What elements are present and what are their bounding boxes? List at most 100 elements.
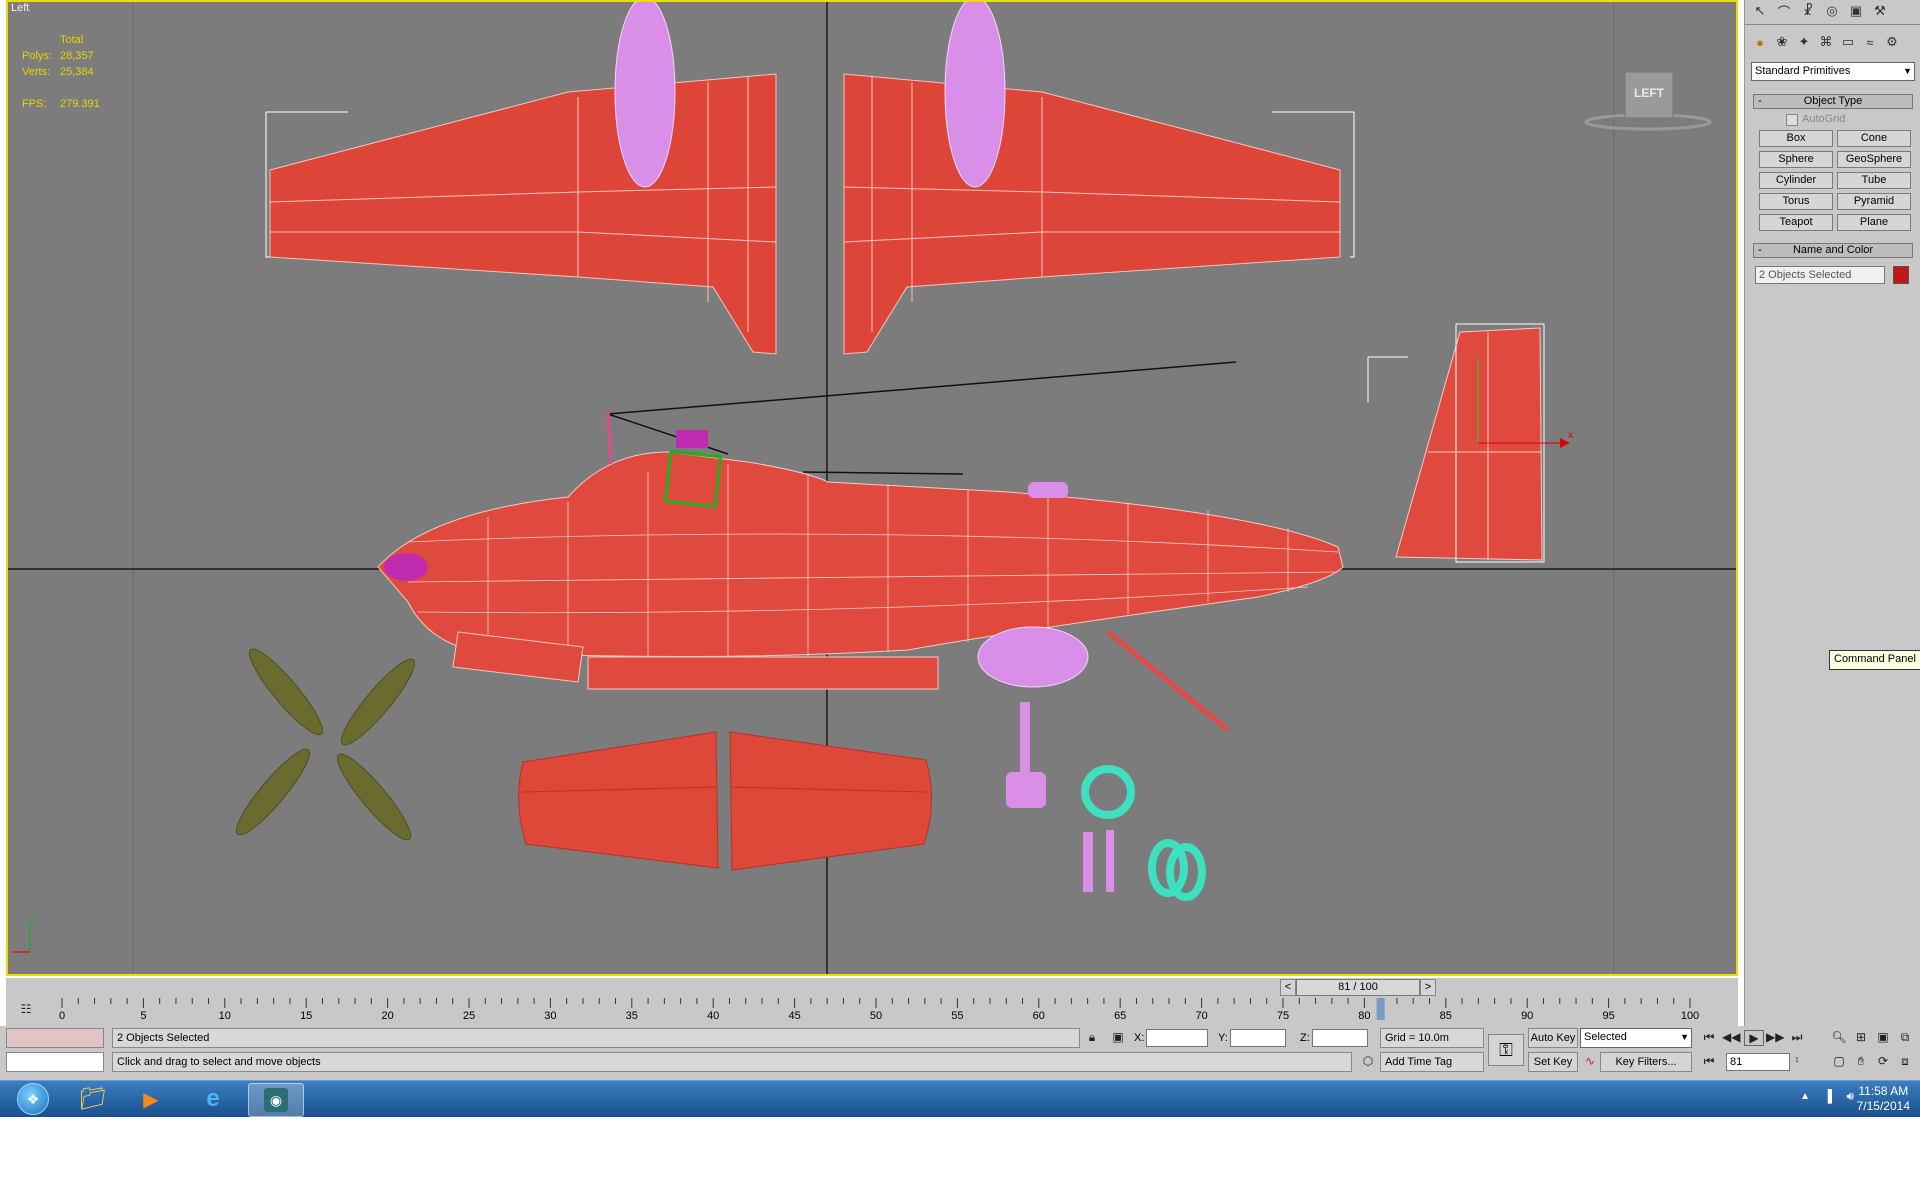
time-slider-prev-button[interactable]: < [1280,979,1296,996]
file-explorer-icon[interactable]: 📁︎ [66,1083,120,1115]
plane-button[interactable]: Plane [1837,214,1911,231]
stats-total-label: Total [60,34,84,46]
tube-button[interactable]: Tube [1837,172,1911,189]
sphere-button[interactable]: Sphere [1759,151,1833,168]
grid-size-display: Grid = 10.0m [1380,1028,1484,1048]
autogrid-checkbox[interactable] [1786,114,1798,126]
geometry-category-icon[interactable]: ● [1749,31,1771,53]
antenna-wire [607,361,1237,415]
time-slider-thumb[interactable]: 81 / 100 [1296,979,1420,996]
auto-key-button[interactable]: Auto Key [1528,1028,1578,1048]
clock-date: 7/15/2014 [1856,1099,1910,1113]
viewport-left[interactable]: Left Total Polys: 28,357 Verts: 25,384 F… [6,0,1738,976]
key-curve-icon[interactable]: ∿ [1582,1054,1598,1068]
absolute-mode-icon[interactable]: ▣ [1110,1030,1126,1044]
tray-arrow-icon[interactable]: ▲ [1800,1091,1810,1102]
name-and-color-rollout-header[interactable]: - Name and Color [1753,243,1913,258]
3ds-max-taskbar-icon[interactable]: ◉ [248,1083,304,1117]
previous-frame-icon[interactable]: ◀◀ [1722,1030,1740,1044]
modify-tab-icon[interactable]: ⌒ [1773,0,1795,22]
time-slider-next-button[interactable]: > [1420,979,1436,996]
systems-category-icon[interactable]: ⚙ [1881,31,1903,53]
field-of-view-icon[interactable]: ▢ [1830,1054,1848,1068]
key-mode-dropdown[interactable]: Selected ▼ [1580,1028,1692,1048]
spacewarps-category-icon[interactable]: ≈ [1859,31,1881,53]
play-icon[interactable]: ▶ [1744,1030,1764,1046]
current-frame-marker [1376,998,1385,1020]
internet-explorer-icon[interactable]: e [186,1083,240,1115]
next-frame-icon[interactable]: ▶▶ [1766,1030,1784,1044]
y-label: Y: [1218,1032,1228,1044]
zoom-icon[interactable]: 🔍︎ [1830,1030,1848,1044]
x-coordinate-field[interactable] [1146,1029,1208,1047]
set-key-button[interactable]: Set Key [1528,1052,1578,1072]
go-to-end-icon[interactable]: ⏭︎ [1788,1030,1806,1045]
cylinder-button[interactable]: Cylinder [1759,172,1833,189]
hierarchy-tab-icon[interactable]: ☧ [1797,0,1819,22]
key-mode-toggle-icon[interactable]: ⏮︎ [1700,1054,1718,1069]
viewport-label[interactable]: Left [11,2,29,14]
ruler-label: 95 [1602,1010,1615,1022]
current-frame-field[interactable]: 81 [1726,1053,1790,1071]
pyramid-button[interactable]: Pyramid [1837,193,1911,210]
maxscript-listener-white[interactable] [6,1052,104,1072]
frame-spinner-icon[interactable]: ↕ [1792,1054,1802,1064]
3ds-max-logo-icon: ◉ [264,1088,288,1112]
start-button[interactable]: ❖ [6,1083,60,1115]
key-filters-button[interactable]: Key Filters... [1600,1052,1692,1072]
create-tab-icon[interactable]: ↖ [1749,0,1771,22]
stabilizer-model [518,731,932,871]
volume-icon[interactable]: 🔊︎ [1846,1089,1854,1104]
system-clock[interactable]: 11:58 AM 7/15/2014 [1857,1084,1910,1114]
go-to-start-icon[interactable]: ⏮︎ [1700,1030,1718,1045]
key-icon[interactable]: ⚿ [1488,1034,1524,1066]
category-dropdown[interactable]: Standard Primitives ▼ [1751,62,1915,81]
stats-polys-label: Polys: [22,50,52,62]
object-type-rollout-header[interactable]: - Object Type [1753,94,1913,109]
viewport-scene [8,2,1736,974]
utilities-tab-icon[interactable]: ⚒ [1869,0,1891,22]
zoom-extents-icon[interactable]: ▣ [1874,1030,1892,1044]
stats-polys-value: 28,357 [60,50,94,62]
ruler-label: 20 [381,1010,394,1022]
display-tab-icon[interactable]: ▣ [1845,0,1867,22]
cone-button[interactable]: Cone [1837,130,1911,147]
ruler-label: 55 [951,1010,964,1022]
zoom-extents-all-icon[interactable]: ⧉ [1896,1030,1914,1045]
prompt-line: Click and drag to select and move object… [112,1052,1352,1072]
object-name-field[interactable]: 2 Objects Selected [1755,266,1885,284]
teapot-button[interactable]: Teapot [1759,214,1833,231]
lock-icon[interactable]: 🔒︎ [1084,1030,1100,1045]
ruler-label: 85 [1439,1010,1452,1022]
key-mode-value: Selected [1584,1031,1627,1043]
maxscript-listener-pink[interactable] [6,1028,104,1048]
motion-tab-icon[interactable]: ◎ [1821,0,1843,22]
z-coordinate-field[interactable] [1312,1029,1368,1047]
gizmo-x-label: x [1568,430,1573,441]
time-tag-icon[interactable]: ⬡ [1360,1054,1376,1068]
media-player-icon[interactable]: ▶ [124,1083,178,1115]
spinner-nose [384,553,428,581]
pan-hand-icon[interactable]: ✋︎ [1852,1054,1870,1069]
helpers-category-icon[interactable]: ▭ [1837,31,1859,53]
timeline-ruler[interactable]: ☷ 0 5 10 15 20 25 30 35 40 45 50 55 60 65 70 75 80 85 90 95… [6,998,1738,1026]
torus-button[interactable]: Torus [1759,193,1833,210]
x-label: X: [1134,1032,1145,1044]
y-coordinate-field[interactable] [1230,1029,1286,1047]
geosphere-button[interactable]: GeoSphere [1837,151,1911,168]
ruler-label: 75 [1276,1010,1290,1022]
zoom-all-icon[interactable]: ⊞ [1852,1030,1870,1044]
lights-category-icon[interactable]: ✦ [1793,31,1815,53]
maximize-viewport-icon[interactable]: ⧈ [1896,1054,1914,1069]
shapes-category-icon[interactable]: ❀ [1771,31,1793,53]
network-icon[interactable]: ▐ [1823,1089,1832,1103]
collapse-sign: - [1758,95,1762,107]
command-panel[interactable]: ↖ ⌒ ☧ ◎ ▣ ⚒ ● ❀ ✦ ⌘ ▭ ≈ ⚙ Standard Primi… [1744,0,1920,1080]
viewcube-face-label[interactable]: LEFT [1625,86,1673,100]
box-button[interactable]: Box [1759,130,1833,147]
object-color-swatch[interactable] [1893,266,1909,284]
windows-taskbar: ❖ 📁︎ ▶ e ◉ ▲ ▐ 🔊︎ 11:58 AM 7/15/2014 [0,1080,1920,1117]
add-time-tag-button[interactable]: Add Time Tag [1380,1052,1484,1072]
orbit-icon[interactable]: ⟳ [1874,1054,1892,1068]
cameras-category-icon[interactable]: ⌘ [1815,31,1837,53]
